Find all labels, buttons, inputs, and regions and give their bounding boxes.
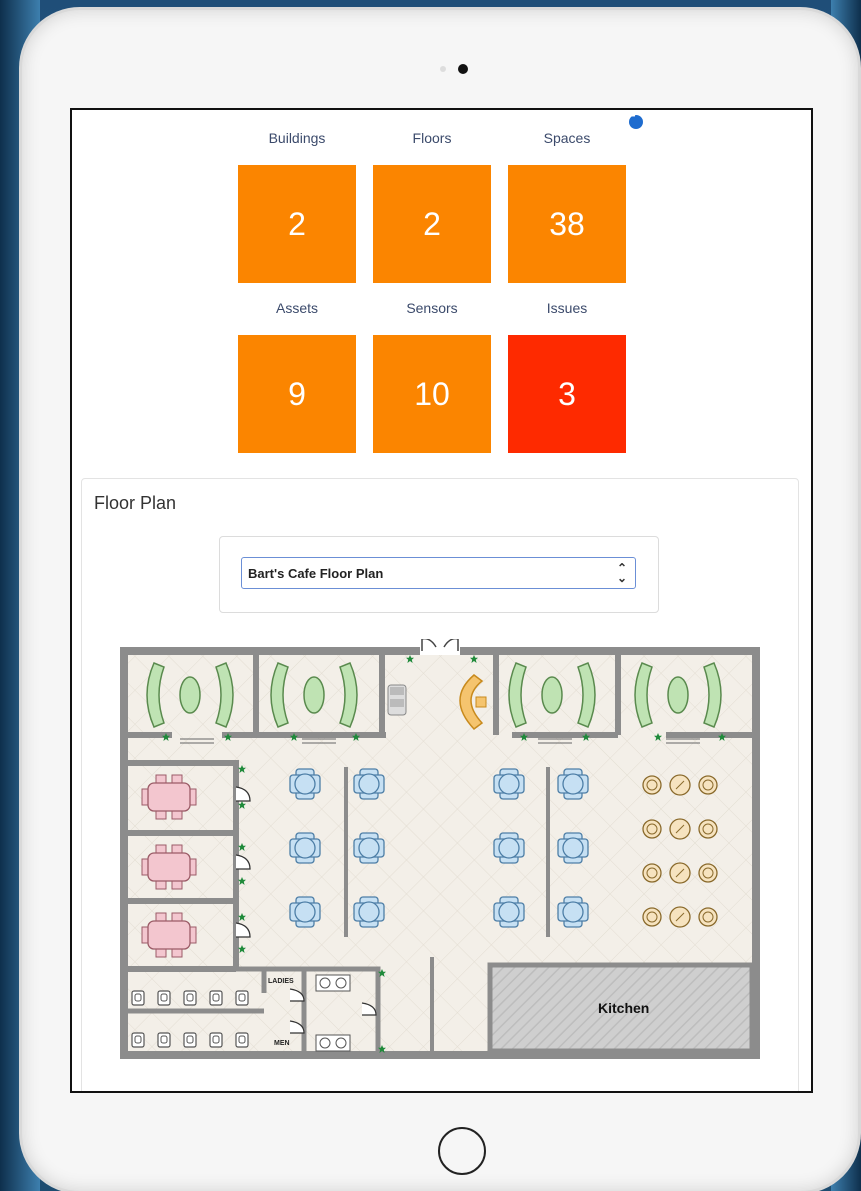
tile-buildings[interactable]: 2: [238, 165, 356, 283]
plan-select-container: Bart's Cafe Floor Plan ⌃ ⌄: [219, 536, 659, 613]
camera-icon: [458, 64, 468, 74]
plan-select-value: Bart's Cafe Floor Plan: [248, 566, 384, 581]
tile-floors[interactable]: 2: [373, 165, 491, 283]
plan-select[interactable]: Bart's Cafe Floor Plan ⌃ ⌄: [241, 557, 636, 589]
tile-label-floors: Floors: [412, 130, 452, 146]
tile-label-spaces: Spaces: [543, 130, 591, 146]
tile-assets[interactable]: 9: [238, 335, 356, 453]
tile-label-issues: Issues: [546, 300, 588, 316]
kitchen-label: Kitchen: [598, 1000, 649, 1016]
tile-label-sensors: Sensors: [406, 300, 458, 316]
chevron-updown-icon: ⌃ ⌄: [616, 561, 627, 585]
tile-spaces[interactable]: 38: [508, 165, 626, 283]
tile-label-buildings: Buildings: [268, 130, 326, 146]
floor-plan-drawing[interactable]: LADIES MEN Kitchen: [118, 639, 762, 1059]
home-button[interactable]: [438, 1127, 486, 1175]
floor-plan-card: Floor Plan Bart's Cafe Floor Plan ⌃ ⌄ LA…: [81, 478, 799, 1091]
ladies-label: LADIES: [268, 978, 294, 985]
more-dots-icon[interactable]: [629, 114, 643, 129]
tile-issues[interactable]: 3: [508, 335, 626, 453]
floor-plan-title: Floor Plan: [94, 493, 177, 513]
sensor-dot: [440, 66, 446, 72]
tile-sensors[interactable]: 10: [373, 335, 491, 453]
app-screen: Buildings Floors Spaces 2 2 38 Assets Se…: [70, 108, 813, 1093]
men-label: MEN: [274, 1040, 290, 1047]
tile-label-assets: Assets: [275, 300, 318, 316]
